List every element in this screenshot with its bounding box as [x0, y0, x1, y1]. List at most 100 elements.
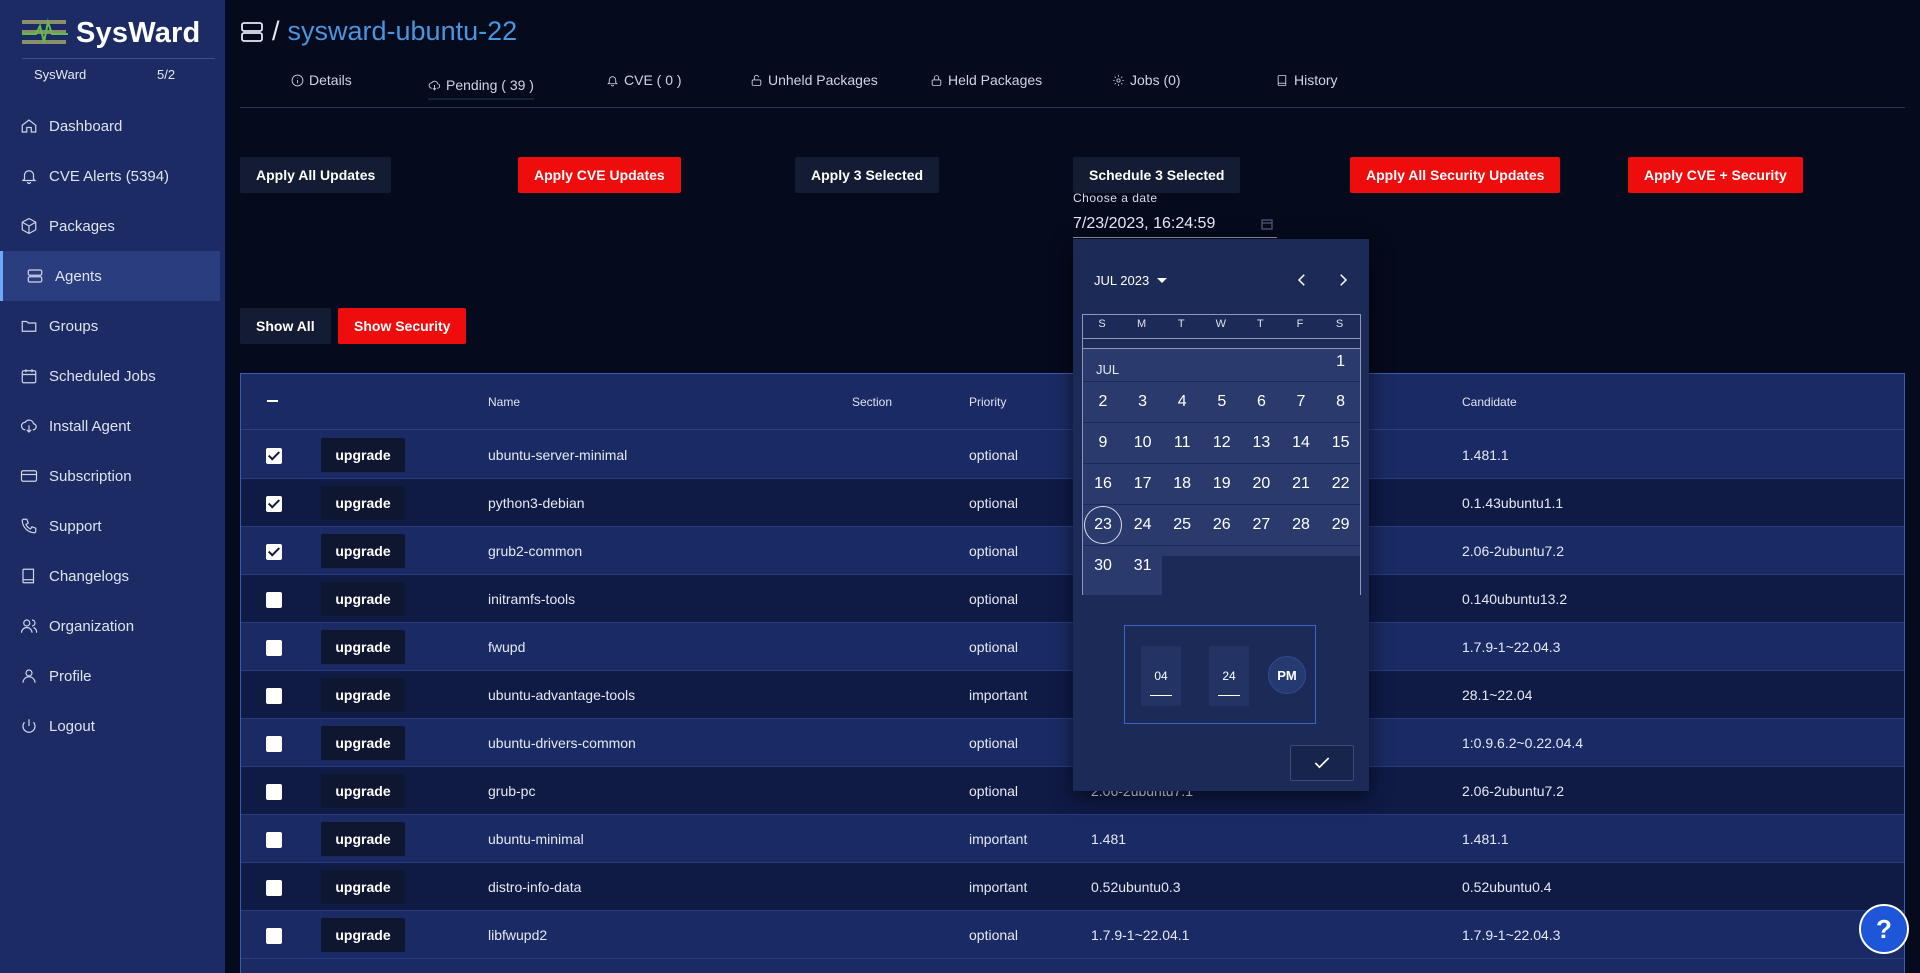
tab-held-packages[interactable]: Held Packages	[930, 72, 1042, 88]
sidebar-item-packages[interactable]: Packages	[0, 201, 225, 251]
calendar-day[interactable]: 26	[1203, 506, 1241, 544]
calendar-day[interactable]: 24	[1124, 506, 1162, 544]
calendar-day[interactable]: 10	[1124, 424, 1162, 462]
sidebar-item-scheduled-jobs[interactable]: Scheduled Jobs	[0, 351, 225, 401]
upgrade-button[interactable]: upgrade	[321, 438, 405, 472]
upgrade-button[interactable]: upgrade	[321, 726, 405, 760]
sidebar-item-logout[interactable]: Logout	[0, 701, 225, 751]
calendar-day[interactable]: 8	[1322, 383, 1360, 421]
logo[interactable]: SysWard	[22, 16, 200, 50]
row-checkbox[interactable]	[266, 544, 282, 560]
upgrade-button[interactable]: upgrade	[321, 582, 405, 616]
calendar-day[interactable]: 20	[1242, 465, 1280, 503]
calendar-day[interactable]: 11	[1163, 424, 1201, 462]
help-button[interactable]: ?	[1859, 904, 1909, 954]
month-year-selector[interactable]: JUL 2023	[1094, 273, 1168, 288]
sidebar-item-profile[interactable]: Profile	[0, 651, 225, 701]
upgrade-button[interactable]: upgrade	[321, 678, 405, 712]
tab-pending[interactable]: Pending ( 39 )	[428, 66, 534, 100]
schedule-selected-button[interactable]: Schedule 3 Selected	[1073, 157, 1241, 193]
upgrade-button[interactable]: upgrade	[321, 486, 405, 520]
sidebar-item-dashboard[interactable]: Dashboard	[0, 101, 225, 151]
column-header-candidate[interactable]: Candidate	[1462, 395, 1517, 409]
minute-field[interactable]: 24	[1209, 646, 1249, 706]
row-checkbox[interactable]	[266, 592, 282, 608]
calendar-day[interactable]: 1	[1322, 343, 1360, 381]
tab-unheld-packages[interactable]: Unheld Packages	[750, 72, 878, 88]
sidebar-item-groups[interactable]: Groups	[0, 301, 225, 351]
sidebar-item-label: Dashboard	[49, 117, 123, 135]
sidebar-item-changelogs[interactable]: Changelogs	[0, 551, 225, 601]
calendar-day[interactable]: 13	[1242, 424, 1280, 462]
date-time-input[interactable]: 7/23/2023, 16:24:59	[1073, 210, 1277, 238]
calendar-day[interactable]: 4	[1163, 383, 1201, 421]
calendar-day[interactable]: 25	[1163, 506, 1201, 544]
sidebar-item-install-agent[interactable]: Install Agent	[0, 401, 225, 451]
show-security-button[interactable]: Show Security	[338, 308, 467, 344]
row-checkbox[interactable]	[266, 832, 282, 848]
upgrade-button[interactable]: upgrade	[321, 774, 405, 808]
calendar-day[interactable]: 21	[1282, 465, 1320, 503]
row-checkbox[interactable]	[266, 928, 282, 944]
calendar-day[interactable]: 16	[1084, 465, 1122, 503]
calendar-icon[interactable]	[1261, 218, 1273, 230]
calendar-day[interactable]: 31	[1124, 547, 1162, 585]
am-pm-toggle[interactable]: PM	[1268, 656, 1306, 694]
calendar-day[interactable]: 3	[1124, 383, 1162, 421]
calendar-day[interactable]: 12	[1203, 424, 1241, 462]
next-month-button[interactable]	[1334, 271, 1352, 289]
upgrade-button[interactable]: upgrade	[321, 630, 405, 664]
calendar-day[interactable]: 19	[1203, 465, 1241, 503]
calendar-day[interactable]: 6	[1242, 383, 1280, 421]
calendar-day[interactable]: 2	[1084, 383, 1122, 421]
calendar-day[interactable]: 15	[1322, 424, 1360, 462]
row-checkbox[interactable]	[266, 640, 282, 656]
tab-jobs[interactable]: Jobs (0)	[1112, 72, 1181, 88]
calendar-day[interactable]: 27	[1242, 506, 1280, 544]
calendar-day[interactable]: 28	[1282, 506, 1320, 544]
calendar-day[interactable]: 22	[1322, 465, 1360, 503]
row-checkbox[interactable]	[266, 448, 282, 464]
calendar-day[interactable]: 29	[1322, 506, 1360, 544]
tab-history[interactable]: History	[1276, 72, 1338, 88]
previous-month-button[interactable]	[1293, 271, 1311, 289]
sidebar-item-subscription[interactable]: Subscription	[0, 451, 225, 501]
confirm-date-button[interactable]	[1290, 745, 1354, 781]
apply-security-updates-button[interactable]: Apply All Security Updates	[1350, 157, 1561, 193]
phone-icon	[21, 518, 37, 534]
row-checkbox[interactable]	[266, 736, 282, 752]
upgrade-button[interactable]: upgrade	[321, 918, 405, 952]
row-checkbox[interactable]	[266, 688, 282, 704]
apply-all-updates-button[interactable]: Apply All Updates	[240, 157, 392, 193]
upgrade-button[interactable]: upgrade	[321, 534, 405, 568]
hour-field[interactable]: 04	[1141, 646, 1181, 706]
package-name: grub2-common	[488, 543, 583, 559]
calendar-day[interactable]: 23	[1084, 506, 1122, 544]
calendar-day[interactable]: 9	[1084, 424, 1122, 462]
calendar-day[interactable]: 7	[1282, 383, 1320, 421]
tab-cve[interactable]: CVE ( 0 )	[606, 72, 682, 88]
row-checkbox[interactable]	[266, 784, 282, 800]
calendar-day[interactable]: 14	[1282, 424, 1320, 462]
sidebar-item-cve-alerts[interactable]: CVE Alerts (5394)	[0, 151, 225, 201]
upgrade-button[interactable]: upgrade	[321, 870, 405, 904]
upgrade-button[interactable]: upgrade	[321, 822, 405, 856]
column-header-name[interactable]: Name	[488, 395, 520, 409]
apply-selected-button[interactable]: Apply 3 Selected	[795, 157, 940, 193]
select-all-toggle[interactable]	[267, 400, 278, 402]
sidebar-item-organization[interactable]: Organization	[0, 601, 225, 651]
row-checkbox[interactable]	[266, 496, 282, 512]
calendar-day[interactable]: 18	[1163, 465, 1201, 503]
calendar-day[interactable]: 17	[1124, 465, 1162, 503]
calendar-day[interactable]: 5	[1203, 383, 1241, 421]
row-checkbox[interactable]	[266, 880, 282, 896]
column-header-section[interactable]: Section	[852, 395, 892, 409]
tab-details[interactable]: Details	[291, 72, 352, 88]
sidebar-item-agents[interactable]: Agents	[0, 251, 220, 301]
show-all-button[interactable]: Show All	[240, 308, 331, 344]
apply-cve-updates-button[interactable]: Apply CVE Updates	[518, 157, 681, 193]
sidebar-item-support[interactable]: Support	[0, 501, 225, 551]
calendar-day[interactable]: 30	[1084, 547, 1122, 585]
apply-cve-security-button[interactable]: Apply CVE + Security	[1628, 157, 1803, 193]
column-header-priority[interactable]: Priority	[969, 395, 1006, 409]
